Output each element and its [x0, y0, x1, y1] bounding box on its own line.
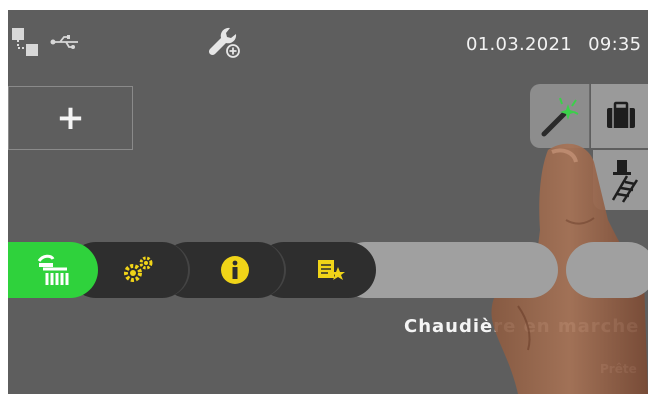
date-time-display: 01.03.2021 09:35: [466, 34, 648, 55]
network-icon: [12, 28, 38, 56]
suitcase-button[interactable]: [591, 84, 648, 148]
tab-heating[interactable]: [8, 242, 98, 298]
date-text: 01.03.2021: [466, 34, 573, 55]
tab-bar: [8, 242, 648, 298]
wizard-wand-icon: [541, 97, 579, 137]
chimney-sweep-icon: [611, 160, 639, 203]
heating-icon: [37, 254, 69, 285]
touch-screen: 01.03.2021 09:35 + Chaudière en marche P…: [8, 10, 648, 394]
usb-icon: [50, 35, 78, 49]
chimney-sweep-button[interactable]: [593, 150, 648, 210]
boiler-status-text: Chaudière en marche: [404, 316, 640, 337]
service-tool-icon[interactable]: [206, 24, 242, 60]
plus-icon: +: [56, 98, 85, 138]
tab-empty-right: [566, 242, 648, 298]
suitcase-icon: [607, 101, 635, 128]
add-button[interactable]: +: [8, 86, 133, 150]
boiler-substatus-text: Prête: [600, 362, 637, 376]
wizard-button[interactable]: [530, 84, 590, 148]
time-text: 09:35: [588, 34, 642, 55]
info-icon: [221, 256, 249, 284]
gears-icon: [124, 256, 153, 282]
notes-star-icon: [318, 260, 345, 280]
